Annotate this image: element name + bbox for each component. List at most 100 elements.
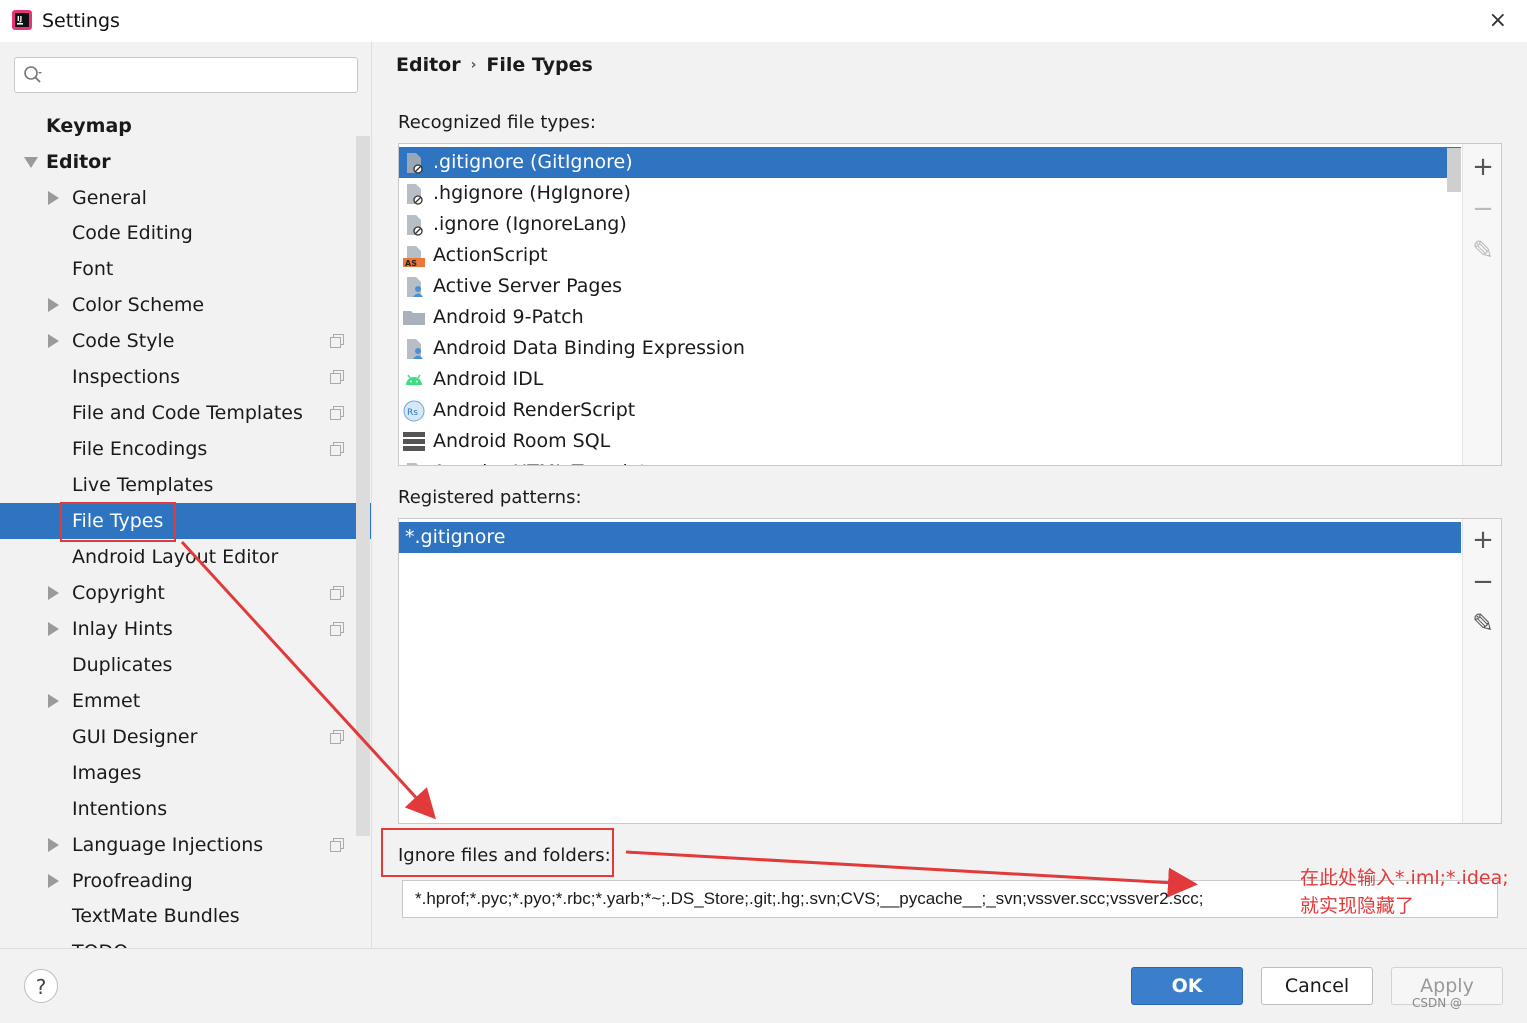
chevron-right-icon[interactable] [48,191,59,205]
cancel-button[interactable]: Cancel [1261,967,1373,1005]
sidebar-item-label: Code Editing [72,222,193,244]
sidebar-item-file-types[interactable]: File Types [0,503,371,539]
list-item-label: Android 9-Patch [433,306,584,328]
chevron-right-icon[interactable] [48,622,59,636]
edit-file-type-button[interactable]: ✎ [1472,238,1494,264]
sidebar-item-label: Inlay Hints [72,618,173,640]
breadcrumb-editor[interactable]: Editor [396,54,461,76]
sidebar-item-textmate-bundles[interactable]: TextMate Bundles [0,898,355,934]
sidebar-item-emmet[interactable]: Emmet [0,683,355,719]
close-window-button[interactable]: × [1489,8,1507,33]
sidebar-item-todo[interactable]: TODO [0,934,355,948]
chevron-right-icon[interactable] [48,298,59,312]
sidebar-item-code-editing[interactable]: Code Editing [0,215,355,251]
svg-text:AS: AS [405,259,417,267]
sidebar-item-font[interactable]: Font [0,251,355,287]
registered-patterns-list[interactable]: *.gitignore + − ✎ [398,518,1502,824]
sidebar-item-label: Copyright [72,582,165,604]
sidebar-item-label: General [72,187,147,209]
add-file-type-button[interactable]: + [1472,154,1494,180]
sidebar-item-duplicates[interactable]: Duplicates [0,647,355,683]
list-item[interactable]: .gitignore (GitIgnore) [399,147,1461,178]
sidebar-item-inspections[interactable]: Inspections [0,359,355,395]
sidebar-item-label: File Encodings [72,438,208,460]
list-item[interactable]: Android 9-Patch [399,302,1461,333]
ignore-file-icon [407,215,423,236]
list-item-label: Active Server Pages [433,275,623,297]
chevron-right-icon[interactable] [48,874,59,888]
sidebar-item-label: TODO [72,934,128,948]
sidebar-item-code-style[interactable]: Code Style [0,323,355,359]
sidebar-item-file-encodings[interactable]: File Encodings [0,431,355,467]
sidebar-item-label: Inspections [72,366,181,388]
list-item[interactable]: Rs Android RenderScript [399,395,1461,426]
list-item[interactable]: *.gitignore [399,522,1461,553]
sidebar-item-label: Android Layout Editor [72,546,279,568]
sidebar-item-inlay-hints[interactable]: Inlay Hints [0,611,355,647]
sidebar-item-label: File and Code Templates [72,402,303,424]
project-scope-icon [330,334,344,348]
annotation-text-line-1: 在此处输入*.iml;*.idea; [1300,867,1509,889]
help-button[interactable]: ? [24,969,58,1003]
settings-search[interactable] [14,57,358,93]
list-item[interactable]: Active Server Pages [399,271,1461,302]
ok-button[interactable]: OK [1131,967,1243,1005]
edit-pattern-button[interactable]: ✎ [1472,611,1494,637]
list-item-label: .ignore (IgnoreLang) [433,213,627,235]
annotation-highlight-ignore-label [381,828,614,877]
sidebar-item-label: Code Style [72,330,175,352]
add-pattern-button[interactable]: + [1472,527,1494,553]
remove-pattern-button[interactable]: − [1472,569,1494,595]
list-item-label: .hgignore (HgIgnore) [433,182,631,204]
file-types-scrollbar[interactable] [1447,148,1461,192]
list-item[interactable]: Android IDL [399,364,1461,395]
sidebar-item-color-scheme[interactable]: Color Scheme [0,287,355,323]
actionscript-icon: AS [403,246,425,267]
chevron-right-icon[interactable] [48,586,59,600]
search-input[interactable] [51,63,355,89]
sidebar-item-keymap[interactable]: Keymap [0,108,355,144]
sidebar-item-live-templates[interactable]: Live Templates [0,467,355,503]
recognized-file-types-list[interactable]: .gitignore (GitIgnore) .hgignore (HgIgno… [398,143,1502,466]
list-item[interactable]: .ignore (IgnoreLang) [399,209,1461,240]
breadcrumb-file-types: File Types [486,54,593,76]
sidebar-item-android-layout-editor[interactable]: Android Layout Editor [0,539,355,575]
sidebar-item-general[interactable]: General [0,180,355,216]
list-item-label: *.gitignore [405,526,506,548]
list-item[interactable]: AS ActionScript [399,240,1461,271]
sidebar-scrollbar[interactable] [356,136,370,836]
sidebar-item-language-injections[interactable]: Language Injections [0,827,355,863]
recognized-file-types-label: Recognized file types: [398,112,596,133]
sidebar-item-gui-designer[interactable]: GUI Designer [0,719,355,755]
sidebar-item-proofreading[interactable]: Proofreading [0,863,355,899]
sidebar-item-label: Color Scheme [72,294,205,316]
sidebar-item-label: Proofreading [72,870,193,892]
dialog-footer: ? OK Cancel Apply [0,948,1527,1023]
search-icon [24,66,42,83]
sidebar-item-copyright[interactable]: Copyright [0,575,355,611]
database-icon [403,432,425,451]
project-scope-icon [330,586,344,600]
file-types-panel: Editor › File Types Recognized file types:… [372,42,1527,948]
sidebar-item-editor[interactable]: Editor [0,144,355,180]
list-item[interactable]: Android Room SQL [399,426,1461,457]
registered-patterns-label: Registered patterns: [398,487,582,508]
list-item[interactable]: .hgignore (HgIgnore) [399,178,1461,209]
sidebar-item-label: Font [72,258,114,280]
chevron-right-icon[interactable] [48,334,59,348]
list-item[interactable]: Android Data Binding Expression [399,333,1461,364]
remove-file-type-button[interactable]: − [1472,196,1494,222]
chevron-right-icon[interactable] [48,694,59,708]
chevron-right-icon[interactable] [48,838,59,852]
list-item[interactable]: Angular HTML Template [399,457,1461,465]
project-scope-icon [330,406,344,420]
sidebar-item-file-and-code-templates[interactable]: File and Code Templates [0,395,355,431]
project-scope-icon [330,622,344,636]
asp-file-icon [407,277,423,297]
annotation-highlight-file-types [60,502,176,542]
sidebar-item-images[interactable]: Images [0,755,355,791]
folder-icon [403,311,425,325]
chevron-down-icon[interactable] [24,157,38,168]
sidebar-item-intentions[interactable]: Intentions [0,791,355,827]
breadcrumb: Editor › File Types [396,54,593,76]
